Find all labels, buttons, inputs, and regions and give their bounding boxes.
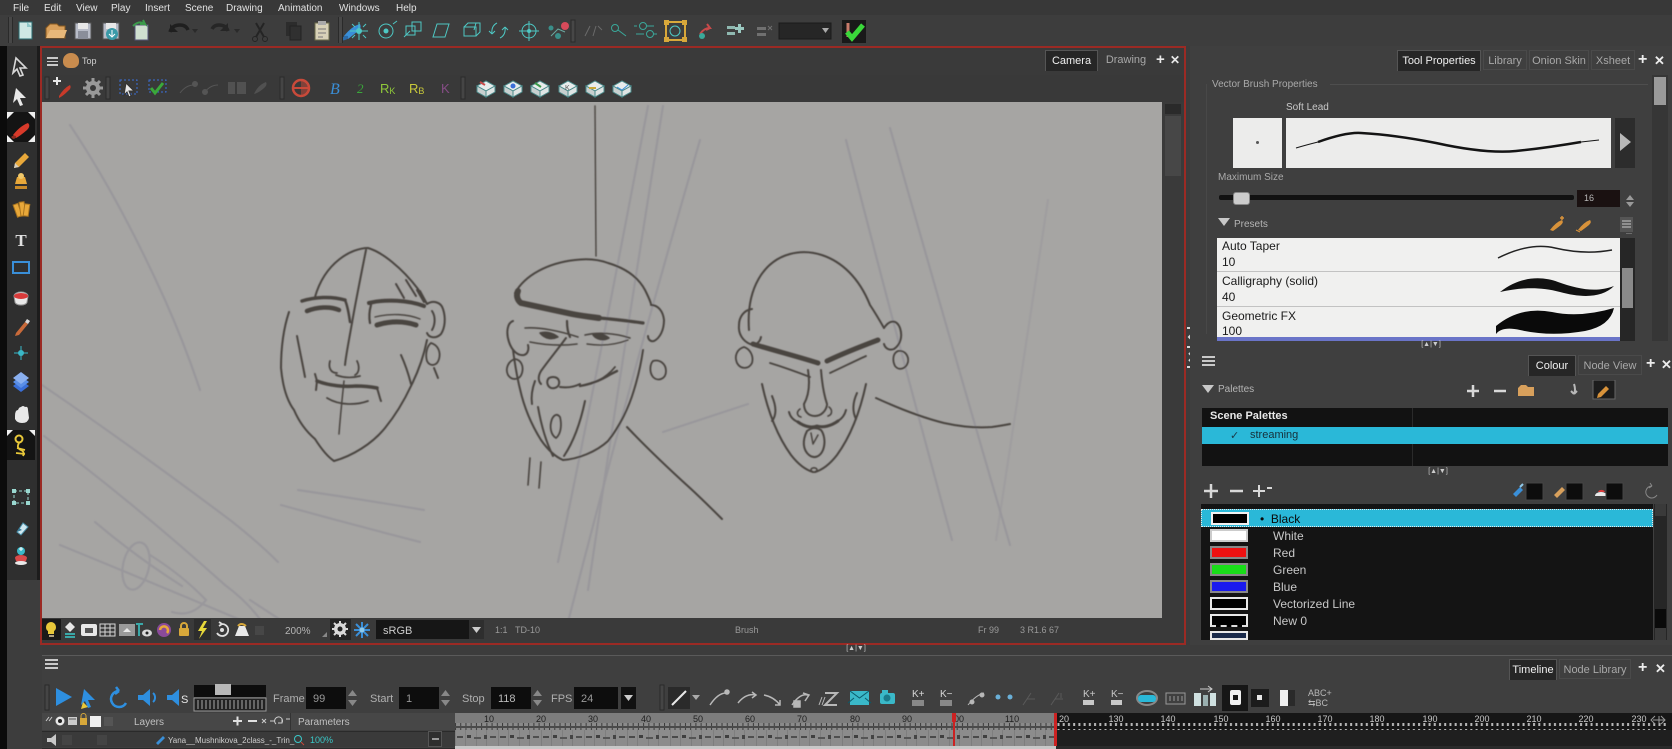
svg-text:B: B [330, 81, 340, 98]
svg-text:ABC+: ABC+ [1308, 688, 1332, 698]
svg-text:FPS: FPS [551, 693, 572, 705]
svg-text:99: 99 [313, 693, 325, 705]
svg-text:210: 210 [1526, 714, 1541, 724]
svg-text:Layers: Layers [134, 717, 164, 728]
svg-text:3 R1.6 67: 3 R1.6 67 [1020, 625, 1059, 635]
svg-text:200: 200 [1474, 714, 1489, 724]
svg-text:160: 160 [1265, 714, 1280, 724]
svg-text:40: 40 [641, 714, 651, 724]
svg-text:90: 90 [902, 714, 912, 724]
svg-text:20: 20 [1059, 714, 1069, 724]
svg-text:K−: K− [1111, 689, 1124, 700]
svg-text:1: 1 [406, 693, 412, 705]
svg-text:Stop: Stop [462, 693, 485, 705]
svg-text:⇆BC: ⇆BC [1308, 698, 1329, 708]
svg-text:Yana__Mushnikova_2class_-_Trin: Yana__Mushnikova_2class_-_Trin_ [168, 736, 295, 745]
svg-text:RB: RB [409, 81, 424, 96]
svg-text:Brush: Brush [735, 625, 759, 635]
svg-text:190: 190 [1422, 714, 1437, 724]
svg-text:24: 24 [581, 693, 593, 705]
svg-text:T: T [15, 231, 27, 250]
svg-text:220: 220 [1578, 714, 1593, 724]
svg-text:Fr 99: Fr 99 [978, 625, 999, 635]
svg-text:K−: K− [940, 689, 953, 700]
svg-text:TD-10: TD-10 [515, 625, 540, 635]
svg-text:70: 70 [797, 714, 807, 724]
svg-text:230: 230 [1631, 714, 1646, 724]
svg-text:30: 30 [588, 714, 598, 724]
svg-text:sRGB: sRGB [383, 625, 412, 637]
svg-text:170: 170 [1317, 714, 1332, 724]
svg-text:2: 2 [357, 81, 364, 96]
svg-text:200%: 200% [285, 626, 311, 637]
svg-text:K+: K+ [912, 689, 925, 700]
svg-text:Start: Start [370, 693, 393, 705]
svg-text:K+: K+ [1083, 689, 1096, 700]
svg-text:150: 150 [1213, 714, 1228, 724]
svg-text:110: 110 [1005, 714, 1019, 724]
svg-text:50: 50 [693, 714, 703, 724]
svg-text:60: 60 [745, 714, 755, 724]
svg-text:RK: RK [380, 81, 395, 96]
svg-text:100%: 100% [310, 735, 333, 745]
svg-text:K: K [565, 85, 570, 92]
svg-text:Frame: Frame [273, 693, 305, 705]
svg-text:Parameters: Parameters [298, 717, 350, 728]
svg-text:180: 180 [1369, 714, 1384, 724]
svg-text:10: 10 [484, 714, 494, 724]
svg-text:K: K [441, 81, 450, 96]
svg-text:S: S [181, 694, 188, 706]
svg-text:130: 130 [1108, 714, 1123, 724]
svg-text:20: 20 [536, 714, 546, 724]
svg-text:140: 140 [1160, 714, 1175, 724]
svg-text:80: 80 [850, 714, 860, 724]
svg-text:118: 118 [498, 693, 516, 705]
svg-text:1:1: 1:1 [495, 625, 508, 635]
